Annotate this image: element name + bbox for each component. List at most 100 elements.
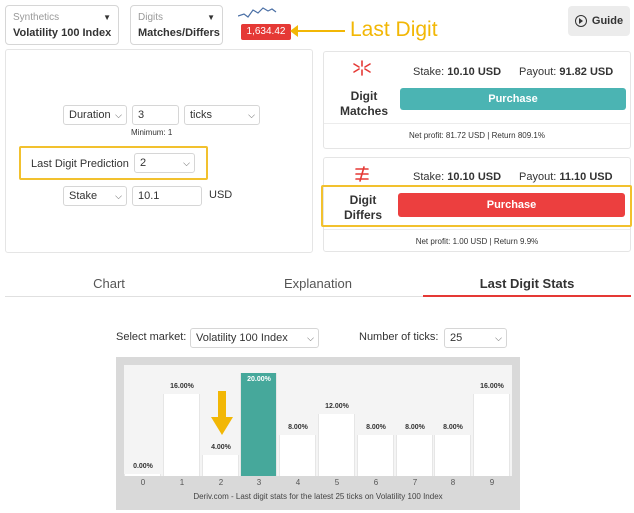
duration-input[interactable]: 3 [132, 105, 179, 125]
matches-stake-value: 10.10 USD [447, 66, 502, 78]
differs-payout: Payout: 11.10 USD [519, 171, 613, 183]
tab-chart[interactable]: Chart [60, 276, 158, 291]
differs-stake-value: 10.10 USD [447, 171, 502, 183]
prediction-value: 2 [140, 157, 147, 169]
digit-matches-card: Digit Matches Stake: 10.10 USD Payout: 9… [323, 51, 631, 149]
current-price-badge: 1,634.42 [241, 24, 291, 40]
differs-footer: Net profit: 1.00 USD | Return 9.9% [415, 237, 539, 246]
chevron-down-icon: ⌵ [495, 333, 502, 343]
matches-name: Digit Matches [334, 89, 394, 119]
duration-type-select[interactable]: Duration ⌵ [63, 105, 127, 125]
differs-stake-label: Stake: [413, 171, 445, 183]
chart-value-label-8: 8.00% [443, 424, 463, 431]
chart-value-label-9: 16.00% [480, 383, 504, 390]
differs-payout-label: Payout: [519, 171, 557, 183]
last-digit-annotation: Last Digit [350, 18, 438, 41]
chart-caption: Deriv.com - Last digit stats for the lat… [193, 492, 443, 501]
chart-value-label-1: 16.00% [170, 383, 194, 390]
matches-purchase-button[interactable]: Purchase [400, 88, 626, 110]
chart-value-label-4: 8.00% [288, 424, 308, 431]
market-name: Volatility 100 Index [13, 27, 112, 39]
differs-purchase-button[interactable]: Purchase [398, 193, 625, 217]
chevron-down-icon: ⌵ [183, 158, 190, 168]
chart-value-label-5: 12.00% [325, 403, 349, 410]
stats-ticks-value: 25 [450, 332, 463, 344]
chart-bar-0 [124, 474, 161, 476]
tab-last-digit-stats[interactable]: Last Digit Stats [423, 276, 631, 291]
duration-value: 3 [138, 109, 145, 121]
differs-name-line2: Differs [343, 208, 382, 222]
market-selector[interactable]: Synthetics Volatility 100 Index ▼ [5, 5, 119, 45]
differs-payout-value: 11.10 USD [559, 171, 613, 183]
chevron-down-icon: ⌵ [115, 110, 122, 120]
chart-plot-area: 0.00% 16.00% 4.00% 20.00% 8.00% 12.00% 8.00% 8.… [124, 365, 512, 476]
differs-name-line1: Digit [349, 193, 377, 207]
chart-tick-label-9: 9 [489, 478, 495, 487]
chevron-down-icon: ⌵ [307, 333, 314, 343]
duration-unit-value: ticks [190, 109, 212, 121]
sparkline-icon [238, 7, 277, 18]
chart-bar-8 [434, 435, 471, 476]
matches-payout-label: Payout: [519, 66, 557, 78]
matches-icon [353, 60, 371, 76]
chart-tick-label-0: 0 [140, 478, 146, 487]
last-digit-chart: 0.00% 16.00% 4.00% 20.00% 8.00% 12.00% 8.00% 8.… [116, 357, 520, 510]
chart-tick-label-6: 6 [373, 478, 379, 487]
tab-divider [5, 296, 423, 297]
differs-icon [355, 166, 369, 182]
tab-explanation[interactable]: Explanation [262, 276, 374, 291]
arrow-down-icon [211, 391, 233, 435]
chart-value-label-0: 0.00% [133, 463, 153, 470]
stats-ticks-select[interactable]: 25 ⌵ [444, 328, 507, 348]
chart-value-label-2: 4.00% [211, 444, 231, 451]
guide-button[interactable]: Guide [568, 6, 630, 36]
chart-bar-2 [202, 455, 239, 476]
stake-type-select[interactable]: Stake ⌵ [63, 186, 127, 206]
chart-tick-label-7: 7 [412, 478, 418, 487]
guide-label: Guide [591, 15, 624, 27]
differs-name: Digit Differs [333, 193, 393, 223]
prediction-label: Last Digit Prediction [31, 158, 129, 170]
chart-value-label-7: 8.00% [405, 424, 425, 431]
matches-payout: Payout: 91.82 USD [519, 66, 613, 78]
chart-tick-label-8: 8 [450, 478, 456, 487]
matches-footer: Net profit: 81.72 USD | Return 809.1% [409, 131, 545, 140]
stats-ticks-label: Number of ticks: [359, 331, 439, 343]
stats-market-label: Select market: [116, 331, 187, 343]
chart-bar-3 [240, 373, 277, 476]
chevron-down-icon: ▼ [207, 13, 215, 22]
chart-bar-4 [279, 435, 316, 476]
stake-type-value: Stake [69, 190, 98, 202]
stats-market-select[interactable]: Volatility 100 Index ⌵ [190, 328, 319, 348]
market-category-label: Synthetics [13, 12, 60, 23]
minimum-note: Minimum: 1 [131, 128, 173, 137]
differs-divider [324, 229, 630, 230]
stake-input[interactable]: 10.1 [132, 186, 202, 206]
chart-bar-7 [396, 435, 433, 476]
prediction-select[interactable]: 2 ⌵ [134, 153, 195, 173]
trade-type-selector[interactable]: Digits Matches/Differs ▼ [130, 5, 223, 45]
active-tab-indicator [423, 295, 631, 297]
chart-tick-label-2: 2 [218, 478, 224, 487]
duration-type-value: Duration [69, 109, 111, 121]
duration-unit-select[interactable]: ticks ⌵ [184, 105, 260, 125]
matches-name-line1: Digit [350, 89, 378, 103]
differs-stake: Stake: 10.10 USD [413, 171, 501, 183]
matches-divider [324, 123, 630, 124]
chart-bar-1 [163, 394, 200, 476]
stats-market-value: Volatility 100 Index [196, 332, 288, 344]
chevron-down-icon: ⌵ [248, 110, 255, 120]
chart-value-label-3: 20.00% [247, 376, 271, 383]
chart-tick-label-1: 1 [179, 478, 185, 487]
chart-tick-label-4: 4 [295, 478, 301, 487]
chart-bar-6 [357, 435, 394, 476]
chart-bar-5 [318, 414, 355, 476]
stake-value: 10.1 [138, 190, 160, 202]
annotation-arrow [290, 25, 345, 37]
trade-category-label: Digits [138, 12, 164, 23]
chart-bar-9 [473, 394, 510, 476]
chart-value-label-6: 8.00% [366, 424, 386, 431]
matches-payout-value: 91.82 USD [559, 66, 614, 78]
currency-label: USD [209, 189, 233, 201]
matches-stake-label: Stake: [413, 66, 445, 78]
